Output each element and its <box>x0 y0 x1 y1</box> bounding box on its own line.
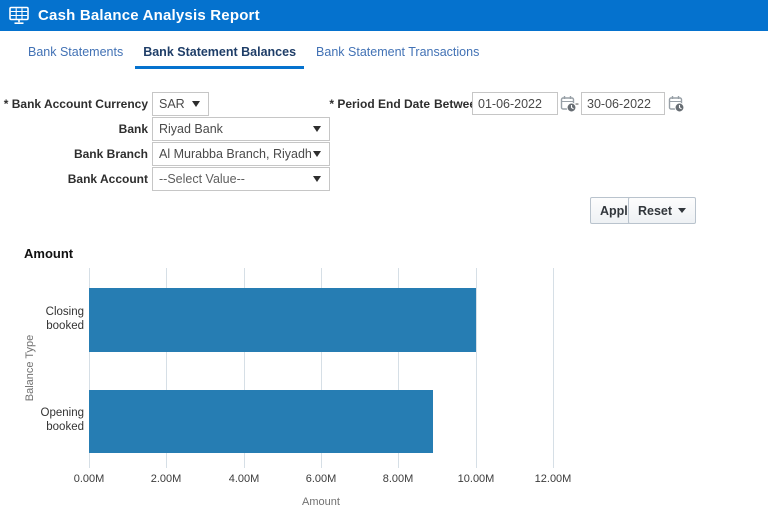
tab-bank-statement-balances[interactable]: Bank Statement Balances <box>133 36 306 69</box>
bank-branch-select[interactable]: Al Murabba Branch, Riyadh <box>152 142 330 166</box>
chevron-down-icon <box>192 101 200 107</box>
chart-bar[interactable] <box>89 390 434 453</box>
bank-account-select[interactable]: --Select Value-- <box>152 167 330 191</box>
report-tabs: Bank Statements Bank Statement Balances … <box>18 36 489 69</box>
bank-value: Riyad Bank <box>159 122 223 136</box>
plot-area <box>89 268 729 468</box>
page-title: Cash Balance Analysis Report <box>38 7 260 24</box>
report-monitor-icon <box>9 6 29 25</box>
calendar-date-picker-icon[interactable] <box>668 95 685 113</box>
period-end-date-input[interactable] <box>581 92 665 115</box>
bank-account-currency-select[interactable]: SAR <box>152 92 209 116</box>
chevron-down-icon <box>678 208 687 213</box>
cash-balance-analysis-page: Cash Balance Analysis Report Bank Statem… <box>0 0 768 520</box>
x-tick-label: 6.00M <box>305 473 337 485</box>
bank-account-value: --Select Value-- <box>159 172 245 186</box>
header-bar: Cash Balance Analysis Report <box>0 0 768 31</box>
bank-branch-value: Al Murabba Branch, Riyadh <box>159 147 312 161</box>
y-axis-label: Balance Type <box>24 334 36 402</box>
amount-bar-chart: Amount Balance Type Closing booked Openi… <box>0 240 768 520</box>
reset-button[interactable]: Reset <box>628 197 697 224</box>
gridline <box>476 268 477 468</box>
chevron-down-icon <box>313 151 321 157</box>
period-end-date-label: * Period End Date <box>329 97 430 111</box>
bank-select[interactable]: Riyad Bank <box>152 117 330 141</box>
bank-label: Bank <box>118 122 148 136</box>
tab-bank-statements[interactable]: Bank Statements <box>18 36 133 69</box>
date-range-separator: - <box>575 96 579 110</box>
x-tick-label: 8.00M <box>382 473 414 485</box>
chevron-down-icon <box>313 126 321 132</box>
x-axis-label: Amount <box>302 496 340 508</box>
gridline <box>553 268 554 468</box>
chevron-down-icon <box>313 176 321 182</box>
x-tick-label: 4.00M <box>228 473 260 485</box>
chart-title: Amount <box>24 246 74 261</box>
category-label-opening-booked: Opening booked <box>40 407 84 433</box>
x-tick-label: 12.00M <box>534 473 572 485</box>
x-tick-label: 2.00M <box>150 473 182 485</box>
chart-bar[interactable] <box>89 288 476 352</box>
bank-account-currency-label: * Bank Account Currency <box>3 97 148 111</box>
tab-bank-statement-transactions[interactable]: Bank Statement Transactions <box>306 36 489 69</box>
x-tick-label: 0.00M <box>73 473 105 485</box>
bank-branch-label: Bank Branch <box>73 147 148 161</box>
bank-account-currency-value: SAR <box>159 97 185 111</box>
x-tick-label: 10.00M <box>457 473 495 485</box>
category-label-closing-booked: Closing booked <box>45 306 84 332</box>
bank-account-label: Bank Account <box>67 172 148 186</box>
period-start-date-input[interactable] <box>472 92 558 115</box>
